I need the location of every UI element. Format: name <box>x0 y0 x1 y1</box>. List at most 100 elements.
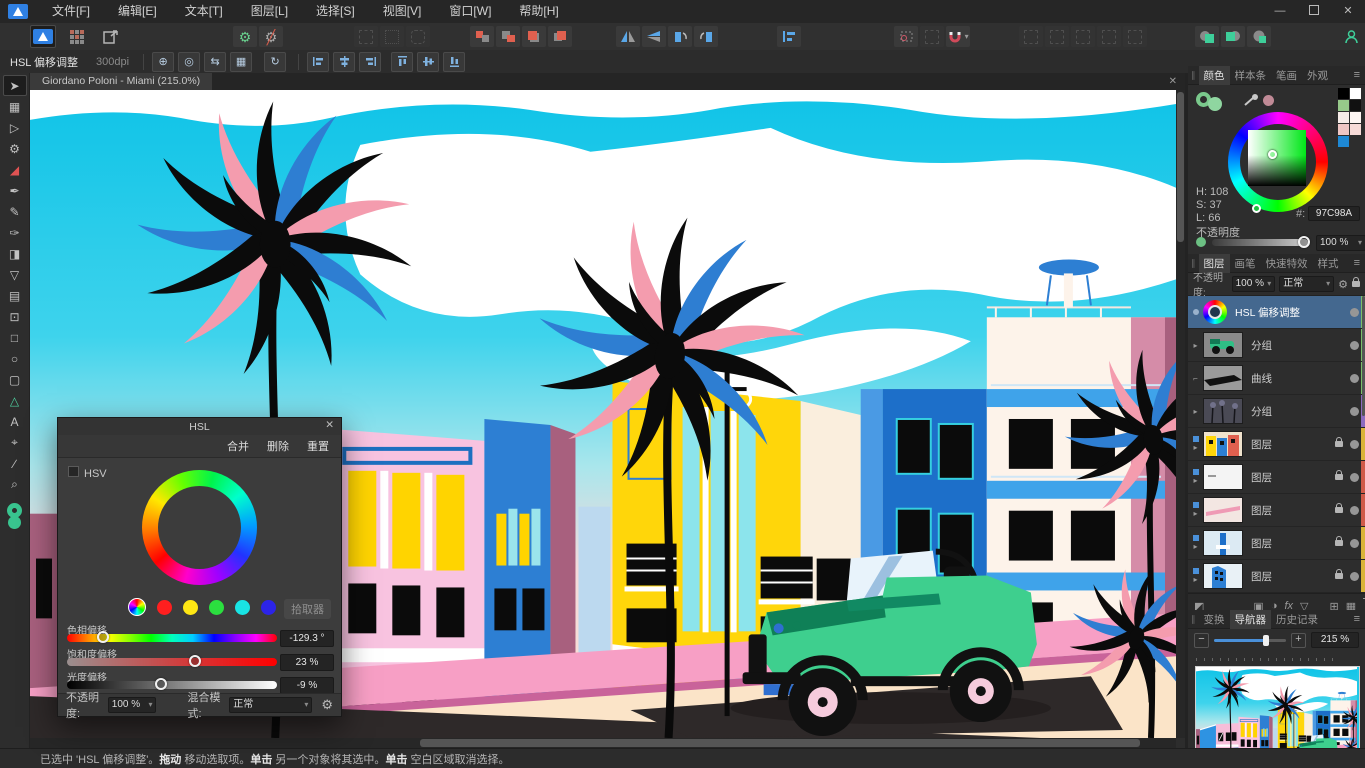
artboard-tool[interactable]: ▦ <box>3 96 27 117</box>
layer-select-square[interactable] <box>1193 502 1199 508</box>
grid-button[interactable]: ▦ <box>230 52 252 72</box>
zoom-tool[interactable]: ⌕ <box>3 474 27 495</box>
layers-lock-icon[interactable] <box>1352 281 1360 287</box>
swatch-blue[interactable] <box>1338 136 1349 147</box>
expand-chevron-icon[interactable]: ▸ <box>1193 341 1197 350</box>
menu-view[interactable]: 视图[V] <box>369 0 436 23</box>
pen-tool[interactable]: ✒ <box>3 180 27 201</box>
panel-menu-icon[interactable]: ≡ <box>1349 613 1365 625</box>
layer-lock-icon[interactable] <box>1335 573 1343 579</box>
snap-bounds-button[interactable] <box>354 26 378 47</box>
fill-stroke-selector[interactable] <box>1196 92 1222 110</box>
tab-quick-fx[interactable]: 快速特效 <box>1261 254 1313 273</box>
green-channel-swatch[interactable] <box>209 600 224 615</box>
layer-row-white[interactable]: ▸ 图层 <box>1188 461 1365 494</box>
restore-button[interactable] <box>1297 0 1331 23</box>
export-persona-button[interactable] <box>98 26 122 47</box>
tab-styles[interactable]: 样式 <box>1313 254 1344 273</box>
align-right-button[interactable] <box>359 52 381 72</box>
panel-menu-icon[interactable]: ≡ <box>1349 69 1365 81</box>
account-button[interactable] <box>1340 26 1364 47</box>
swatch-offwhite[interactable] <box>1350 112 1361 123</box>
hue-shift-slider[interactable] <box>67 634 277 642</box>
zoom-in-button[interactable]: + <box>1291 633 1306 648</box>
hsl-delete-button[interactable]: 删除 <box>267 438 289 454</box>
layers-blend-dropdown[interactable]: 正常▾ <box>1279 276 1334 292</box>
transparency-tool[interactable]: ▽ <box>3 264 27 285</box>
fill-circle-icon[interactable] <box>1208 97 1222 111</box>
blue-channel-swatch[interactable] <box>261 600 276 615</box>
menu-window[interactable]: 窗口[W] <box>435 0 505 23</box>
swatch-lightpink[interactable] <box>1350 124 1361 135</box>
shape-tool[interactable]: △ <box>3 390 27 411</box>
tab-color[interactable]: 颜色 <box>1199 66 1230 85</box>
vertical-scrollbar[interactable] <box>1176 90 1185 738</box>
layer-row-group-palms[interactable]: ▸ 分组 <box>1188 395 1365 428</box>
layer-row-buildings[interactable]: ▸ 图层 <box>1188 428 1365 461</box>
red-channel-swatch[interactable] <box>157 600 172 615</box>
layer-visibility-toggle[interactable] <box>1350 440 1359 449</box>
layer-row-group-jeep[interactable]: ▸ 分组 <box>1188 329 1365 362</box>
snap-midpoints-button[interactable] <box>380 26 404 47</box>
insert-target-button[interactable] <box>1123 26 1147 47</box>
pixel-persona-button[interactable] <box>65 26 89 47</box>
align-left-button[interactable] <box>307 52 329 72</box>
layers-opacity-dropdown[interactable]: 100 %▾ <box>1232 276 1276 292</box>
designer-persona-button[interactable] <box>30 25 56 48</box>
layer-row-road[interactable]: ▸ 图层 <box>1188 494 1365 527</box>
boolean-subtract-button[interactable] <box>1221 26 1245 47</box>
transform-origin-button[interactable] <box>894 26 918 47</box>
menu-layer[interactable]: 图层[L] <box>237 0 302 23</box>
layer-visibility-toggle[interactable] <box>1350 341 1359 350</box>
layer-visibility-toggle[interactable] <box>1350 407 1359 416</box>
zoom-value[interactable]: 215 % <box>1311 632 1359 648</box>
layer-row-curve[interactable]: ⌐ 曲线 <box>1188 362 1365 395</box>
align-bottom-button[interactable] <box>443 52 465 72</box>
order-back-button[interactable] <box>470 26 494 47</box>
blend-mode-dropdown[interactable]: 正常▾ <box>229 697 312 713</box>
text-tool[interactable]: A <box>3 411 27 432</box>
zoom-out-button[interactable]: − <box>1194 633 1209 648</box>
expand-chevron-icon[interactable]: ▸ <box>1193 407 1197 416</box>
preferences-button[interactable]: ⚙╱ <box>259 26 283 47</box>
expand-chevron-icon[interactable]: ▸ <box>1193 476 1197 485</box>
align-top-button[interactable] <box>391 52 413 72</box>
minimize-button[interactable]: — <box>1263 0 1297 23</box>
layer-lock-icon[interactable] <box>1335 474 1343 480</box>
snapping-manager-button[interactable]: ⚙ <box>233 26 257 47</box>
align-center-button[interactable] <box>333 52 355 72</box>
expand-chevron-icon[interactable]: ▸ <box>1193 542 1197 551</box>
rectangle-tool[interactable]: □ <box>3 327 27 348</box>
swatch-white[interactable] <box>1350 88 1361 99</box>
hex-field[interactable]: 97C98A <box>1308 206 1360 221</box>
layer-visibility-toggle[interactable] <box>1350 308 1359 317</box>
master-channel-swatch[interactable] <box>128 598 146 616</box>
insert-behind-button[interactable] <box>1071 26 1095 47</box>
tab-brushes[interactable]: 画笔 <box>1230 254 1261 273</box>
layer-visibility-toggle[interactable] <box>1350 539 1359 548</box>
expand-chevron-icon[interactable]: ▸ <box>1193 443 1197 452</box>
align-middle-button[interactable] <box>417 52 439 72</box>
swatch-current[interactable] <box>1338 100 1349 111</box>
order-forward-button[interactable] <box>522 26 546 47</box>
mirror-button[interactable]: ⇆ <box>204 52 226 72</box>
layer-select-square[interactable] <box>1193 436 1199 442</box>
sv-marker[interactable] <box>1268 150 1277 159</box>
swatch-black[interactable] <box>1338 88 1349 99</box>
order-front-button[interactable] <box>548 26 572 47</box>
swatch-dark[interactable] <box>1350 100 1361 111</box>
menu-help[interactable]: 帮助[H] <box>505 0 572 23</box>
tab-close-icon[interactable]: ✕ <box>1161 76 1185 87</box>
layers-gear-icon[interactable]: ⚙ <box>1338 278 1348 291</box>
picker-button[interactable]: 拾取器 <box>284 599 331 619</box>
layer-visibility-toggle[interactable] <box>1350 572 1359 581</box>
panel-grip[interactable]: ∥ <box>1188 258 1199 269</box>
measure-tool[interactable]: ∕ <box>3 453 27 474</box>
luminosity-shift-handle[interactable] <box>155 678 167 690</box>
corner-tool[interactable]: ◢ <box>3 159 27 180</box>
menu-text[interactable]: 文本[T] <box>171 0 237 23</box>
dialog-gear-icon[interactable]: ⚙ <box>321 697 333 713</box>
close-button[interactable]: ✕ <box>1331 0 1365 23</box>
order-backward-button[interactable] <box>496 26 520 47</box>
tab-transform[interactable]: 变换 <box>1199 610 1230 629</box>
